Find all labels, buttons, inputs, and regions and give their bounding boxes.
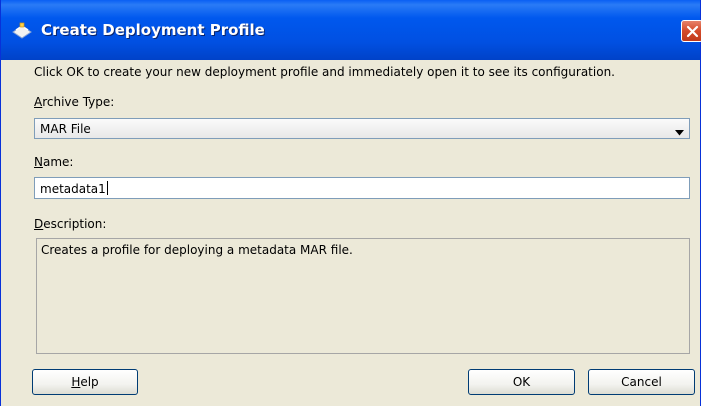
description-label: Description: bbox=[34, 217, 107, 231]
name-field[interactable]: metadata1 bbox=[34, 177, 690, 199]
text-caret bbox=[106, 181, 108, 195]
dialog-content: Click OK to create your new deployment p… bbox=[1, 60, 700, 406]
title-bar[interactable]: Create Deployment Profile bbox=[1, 0, 701, 60]
name-value: metadata1 bbox=[40, 182, 106, 196]
window-title: Create Deployment Profile bbox=[41, 21, 265, 39]
close-button[interactable] bbox=[681, 20, 701, 42]
intro-text: Click OK to create your new deployment p… bbox=[34, 65, 615, 79]
archive-type-value: MAR File bbox=[40, 122, 91, 136]
help-button[interactable]: Help bbox=[32, 369, 138, 395]
deployment-profile-icon bbox=[11, 22, 33, 40]
description-text: Creates a profile for deploying a metada… bbox=[41, 243, 353, 257]
archive-type-label: Archive Type: bbox=[34, 95, 115, 109]
archive-type-dropdown[interactable]: MAR File bbox=[34, 118, 690, 139]
description-box: Creates a profile for deploying a metada… bbox=[36, 238, 690, 354]
ok-button[interactable]: OK bbox=[468, 369, 575, 395]
dialog-window: Create Deployment Profile Click OK to cr… bbox=[0, 0, 701, 406]
name-label: Name: bbox=[34, 155, 74, 169]
close-icon bbox=[686, 25, 699, 38]
cancel-button[interactable]: Cancel bbox=[588, 369, 695, 395]
chevron-down-icon bbox=[675, 125, 684, 139]
